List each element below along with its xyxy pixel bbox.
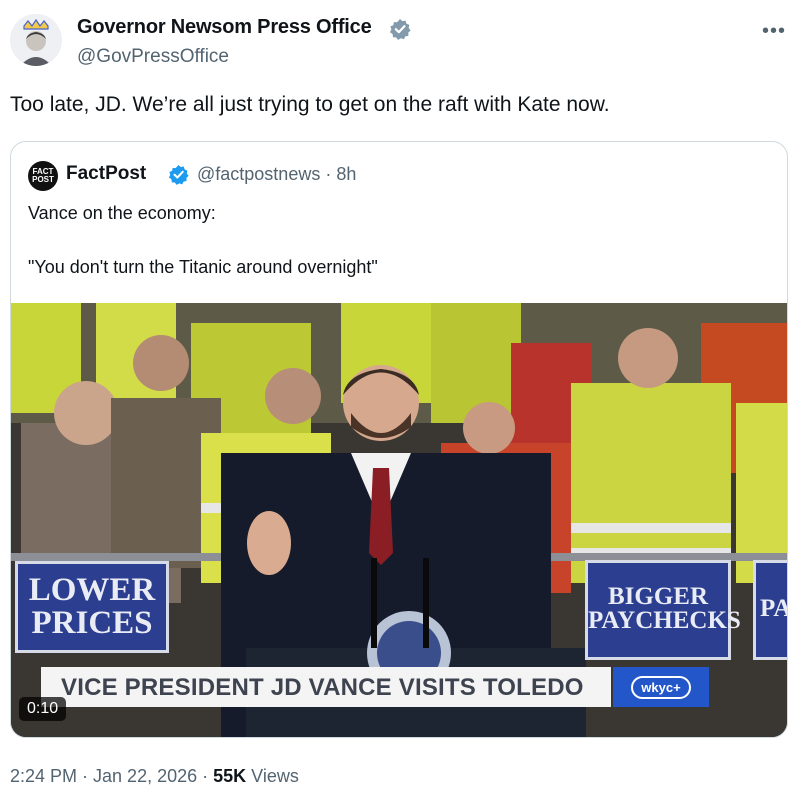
video-sign: BIGGER PAYCHECKS (585, 560, 741, 660)
quoted-display-name[interactable]: FactPost (66, 163, 146, 185)
quoted-post-card[interactable]: FACT POST FactPost @factpostnews · 8h Va… (10, 141, 788, 738)
verified-badge-icon (390, 19, 411, 40)
quoted-text-quote: "You don't turn the Titanic around overn… (28, 257, 378, 277)
quoted-handle-time[interactable]: @factpostnews · 8h (197, 164, 356, 185)
video-sign: LOWER PRICES (15, 561, 169, 653)
author-avatar[interactable] (10, 14, 62, 66)
video-sign: PA (753, 560, 787, 660)
quoted-avatar-text: POST (32, 175, 54, 184)
video-player[interactable]: LOWERPRICES BIGGERPAYCHECKS PA VICE PRES… (11, 303, 787, 737)
views-count: 55K (213, 766, 247, 786)
station-logo: wkyc+ (613, 667, 709, 707)
video-chyron-text: VICE PRESIDENT JD VANCE VISITS TOLEDO (61, 674, 584, 701)
verified-badge-icon (168, 164, 189, 185)
post-timestamp-views[interactable]: 2:24 PM · Jan 22, 2026 · 55K Views (10, 766, 299, 787)
author-display-name[interactable]: Governor Newsom Press Office (77, 16, 372, 39)
views-label: Views (246, 766, 299, 786)
quoted-avatar[interactable]: FACT POST (28, 161, 58, 191)
post-text: Too late, JD. We’re all just trying to g… (10, 93, 610, 116)
quoted-text-line: Vance on the economy: (28, 203, 216, 223)
author-handle[interactable]: @GovPressOffice (77, 46, 229, 68)
video-duration-badge: 0:10 (19, 697, 67, 721)
more-icon[interactable]: ••• (762, 20, 786, 43)
station-logo-text: wkyc+ (631, 675, 691, 699)
post-timestamp[interactable]: 2:24 PM · Jan 22, 2026 · (10, 766, 213, 786)
author-avatar-image (10, 14, 62, 66)
